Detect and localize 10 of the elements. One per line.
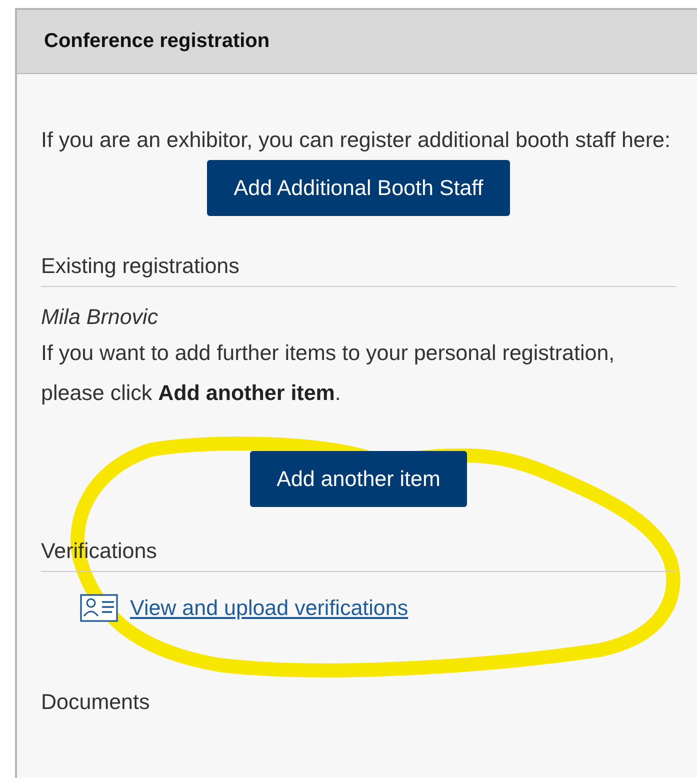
section-heading: Existing registrations bbox=[41, 252, 676, 287]
intro-text: If you are an exhibitor, you can register additional booth staff here: bbox=[41, 127, 672, 154]
registrant-name: Mila Brnovic bbox=[41, 304, 160, 331]
add-staff-button[interactable]: Add Additional Booth Staff bbox=[206, 160, 510, 216]
registration-text: If you want to add further items to your personal registration, please click Add another item. bbox=[41, 340, 616, 407]
add-item-button[interactable]: Add another item bbox=[250, 451, 468, 507]
section-heading: Documents bbox=[41, 689, 151, 716]
panel-title: Conference registration bbox=[44, 30, 270, 53]
verifications-link[interactable]: View and upload verifications bbox=[130, 596, 408, 620]
id-card-icon bbox=[80, 594, 118, 622]
